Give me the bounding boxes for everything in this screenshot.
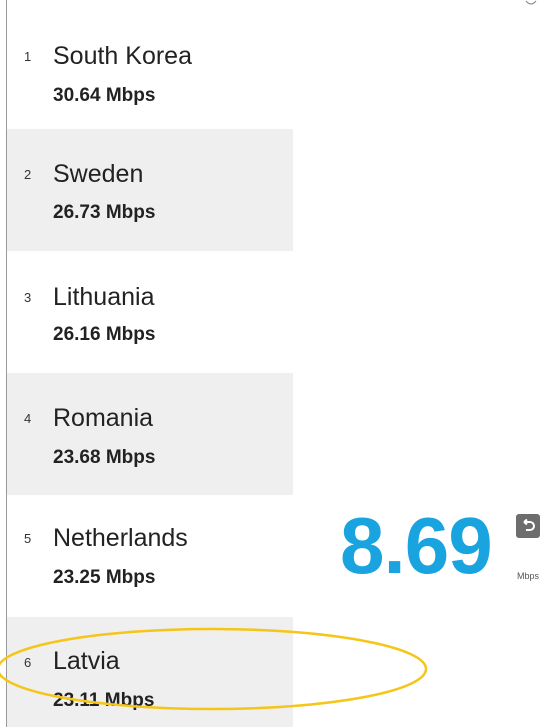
list-item[interactable]: 5 Netherlands 23.25 Mbps: [7, 495, 293, 617]
rank-number: 4: [24, 411, 32, 426]
country-name: Romania: [53, 404, 154, 432]
refresh-button[interactable]: [516, 514, 540, 538]
rank-number: 2: [24, 167, 32, 182]
list-item[interactable]: 1 South Korea 30.64 Mbps: [7, 8, 293, 130]
list-item[interactable]: 2 Sweden 26.73 Mbps: [7, 129, 293, 251]
rank-number: 6: [24, 655, 32, 670]
rank-number: 1: [24, 49, 32, 64]
refresh-icon: [523, 518, 535, 531]
rank-number: 3: [24, 290, 32, 305]
speed-value: 26.73 Mbps: [53, 202, 156, 223]
country-name: South Korea: [53, 42, 192, 70]
speed-value: 23.25 Mbps: [53, 567, 156, 588]
list-item[interactable]: 6 Latvia 23.11 Mbps: [7, 617, 293, 727]
speed-value: 30.64 Mbps: [53, 85, 156, 106]
current-speed-widget: 8.69 Mbps: [340, 506, 554, 586]
speed-value: 26.16 Mbps: [53, 324, 156, 345]
list-item[interactable]: 3 Lithuania 26.16 Mbps: [7, 251, 293, 373]
rank-number: 5: [24, 531, 32, 546]
decorative-mark: [525, 0, 537, 5]
list-item[interactable]: 4 Romania 23.68 Mbps: [7, 373, 293, 495]
speed-unit: Mbps: [517, 571, 540, 581]
speed-value: 23.11 Mbps: [53, 690, 155, 711]
country-name: Latvia: [53, 647, 120, 675]
speed-value: 23.68 Mbps: [53, 447, 156, 468]
country-name: Sweden: [53, 160, 144, 188]
country-name: Lithuania: [53, 283, 155, 311]
country-name: Netherlands: [53, 524, 188, 552]
current-speed-value: 8.69: [340, 501, 493, 590]
